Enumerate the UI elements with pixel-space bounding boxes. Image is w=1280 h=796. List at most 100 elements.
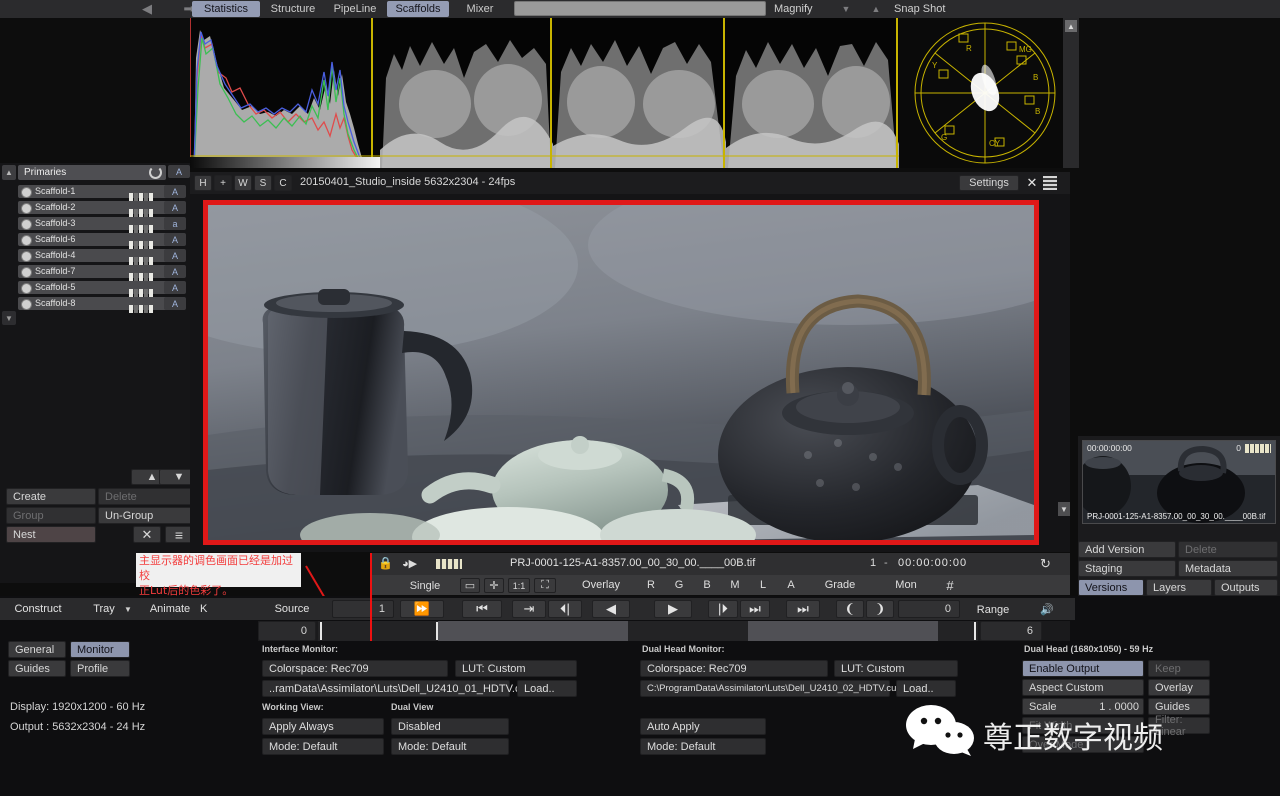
scaffold-color-dot[interactable] [21, 219, 32, 230]
scaffold-flag[interactable]: A [164, 233, 186, 246]
interface-lut-load-button[interactable]: Load.. [517, 680, 577, 697]
mark-in-button[interactable]: ❨ [836, 600, 864, 618]
overlay-button-right[interactable]: Overlay [1148, 679, 1210, 696]
tab-general[interactable]: General [8, 641, 66, 658]
play-button[interactable]: ▶ [654, 600, 692, 618]
go-to-start-button[interactable]: ⏮ [462, 600, 502, 618]
channel-r-button[interactable]: R [638, 579, 664, 591]
refresh-icon[interactable] [149, 166, 162, 179]
viewer-scroll-down-icon[interactable]: ▼ [1058, 502, 1070, 516]
timeline-end-value[interactable]: 6 [980, 621, 1042, 641]
waveform-scope-1[interactable] [380, 18, 554, 168]
prev-section-button[interactable]: ⇥ [512, 600, 546, 618]
scaffold-flag[interactable]: A [164, 249, 186, 262]
scaffold-color-dot[interactable] [21, 299, 32, 310]
range-button[interactable]: Range [962, 601, 1024, 618]
working-view-apply-field[interactable]: Apply Always [262, 718, 384, 735]
viewer-c-button[interactable]: C [274, 175, 292, 191]
scaffold-row[interactable]: Scaffold-5 [18, 281, 184, 297]
ungroup-button[interactable]: Un-Group [98, 507, 196, 524]
viewer-settings-button[interactable]: Settings [959, 175, 1019, 191]
image-viewer[interactable] [118, 165, 1108, 567]
snapshot-button[interactable]: Snap Shot [894, 1, 974, 17]
fit-screen-button[interactable]: ⛶ [534, 578, 556, 593]
scaffold-flag[interactable]: A [164, 265, 186, 278]
tab-monitor[interactable]: Monitor [70, 641, 130, 658]
timeline-segment-2[interactable] [748, 621, 938, 641]
dualhead-colorspace-field[interactable]: Colorspace: Rec709 [640, 660, 828, 677]
animate-button[interactable]: Animate [140, 600, 200, 618]
grade-button[interactable]: Grade [810, 579, 870, 591]
viewer-menu-icon[interactable] [1043, 176, 1057, 190]
scaffold-row[interactable]: Scaffold-2 [18, 201, 184, 217]
tab-mixer[interactable]: Mixer [452, 1, 508, 17]
interface-lut-field[interactable]: LUT: Custom [455, 660, 577, 677]
scaffold-row[interactable]: Scaffold-3 [18, 217, 184, 233]
frame-number[interactable]: 1 [870, 557, 876, 569]
enable-output-button[interactable]: Enable Output [1022, 660, 1144, 677]
collapse-group-icon[interactable]: ▲ [2, 165, 16, 180]
viewer-h-button[interactable]: H [194, 175, 212, 191]
interface-colorspace-field[interactable]: Colorspace: Rec709 [262, 660, 448, 677]
scopes-scroll-track[interactable]: ▲ [1063, 18, 1079, 168]
scaffold-color-dot[interactable] [21, 283, 32, 294]
lock-icon[interactable]: 🔒 [378, 556, 393, 570]
scaffold-flag[interactable]: A [164, 201, 186, 214]
scaffold-flag[interactable]: a [164, 217, 186, 230]
tab-structure[interactable]: Structure [262, 1, 324, 17]
scroll-up-icon[interactable]: ▲ [1065, 20, 1077, 32]
single-view-button[interactable]: Single [390, 578, 460, 593]
source-button[interactable]: Source [258, 600, 326, 618]
scaffold-row[interactable]: Scaffold-4 [18, 249, 184, 265]
nest-button[interactable]: Nest [6, 526, 96, 543]
refresh-icon[interactable]: ↻ [1040, 556, 1051, 572]
create-button[interactable]: Create [6, 488, 96, 505]
list-scroll-down-icon[interactable]: ▼ [2, 311, 16, 325]
vectorscope[interactable]: R MG B B CY G Y [899, 18, 1070, 168]
tab-pipeline[interactable]: PipeLine [325, 1, 385, 17]
dualhead-lut-load-button[interactable]: Load.. [896, 680, 956, 697]
dual-view-state-field[interactable]: Disabled [391, 718, 509, 735]
search-input[interactable] [514, 1, 766, 16]
version-thumbnail[interactable]: 00:00:00:00 0 PRJ-0001-125-A1-8357.00_00… [1082, 440, 1276, 524]
scaffold-color-dot[interactable] [21, 187, 32, 198]
menu-icon[interactable]: ≡ [165, 526, 193, 543]
tab-scaffolds[interactable]: Scaffolds [387, 1, 449, 17]
tab-outputs[interactable]: Outputs [1214, 579, 1278, 596]
group-button[interactable]: Group [6, 507, 96, 524]
go-to-end-button[interactable]: ⏭ [786, 600, 820, 618]
overlay-button[interactable]: Overlay [566, 579, 636, 591]
group-flag-a[interactable]: A [168, 165, 190, 178]
metadata-button[interactable]: Metadata [1178, 560, 1278, 577]
aspect-custom-button[interactable]: Aspect Custom [1022, 679, 1144, 696]
zoom-out-button[interactable]: ▭ [460, 578, 480, 593]
viewer-w-button[interactable]: W [234, 175, 252, 191]
add-version-button[interactable]: Add Version [1078, 541, 1176, 558]
nav-back-icon[interactable]: ◀ [136, 0, 158, 18]
waveform-scope-3[interactable] [726, 18, 900, 168]
next-clip-button[interactable]: |⏵ [708, 600, 738, 618]
speaker-icon[interactable]: 🔊 [1036, 601, 1058, 617]
mark-value-field[interactable]: 0 [898, 600, 960, 618]
next-section-button[interactable]: ⏭ [740, 600, 770, 618]
waveform-scope-2[interactable] [553, 18, 727, 168]
tab-profile[interactable]: Profile [70, 660, 130, 677]
scaffold-row[interactable]: Scaffold-7 [18, 265, 184, 281]
tray-chevron-down-icon[interactable]: ▼ [120, 601, 136, 617]
bars-icon[interactable] [436, 559, 462, 569]
channel-b-button[interactable]: B [694, 579, 720, 591]
scaffold-flag[interactable]: A [164, 185, 186, 198]
tab-versions[interactable]: Versions [1078, 579, 1144, 596]
timeline-bar[interactable]: 0 6 [258, 621, 1070, 641]
mon-button[interactable]: Mon [880, 579, 932, 591]
scaffold-row[interactable]: Scaffold-1 [18, 185, 184, 201]
zoom-in-button[interactable]: ✛ [484, 578, 504, 593]
timecode-display[interactable]: 00:00:00:00 [898, 557, 967, 569]
tab-layers[interactable]: Layers [1146, 579, 1212, 596]
magnify-label[interactable]: Magnify [770, 1, 836, 17]
play-reverse-button[interactable]: ◀ [592, 600, 630, 618]
viewer-s-button[interactable]: S [254, 175, 272, 191]
scaffold-row[interactable]: Scaffold-6 [18, 233, 184, 249]
timeline-segment-1[interactable] [438, 621, 628, 641]
interface-lut-path-field[interactable]: ..ramData\Assimilator\Luts\Dell_U2410_01… [262, 680, 539, 697]
